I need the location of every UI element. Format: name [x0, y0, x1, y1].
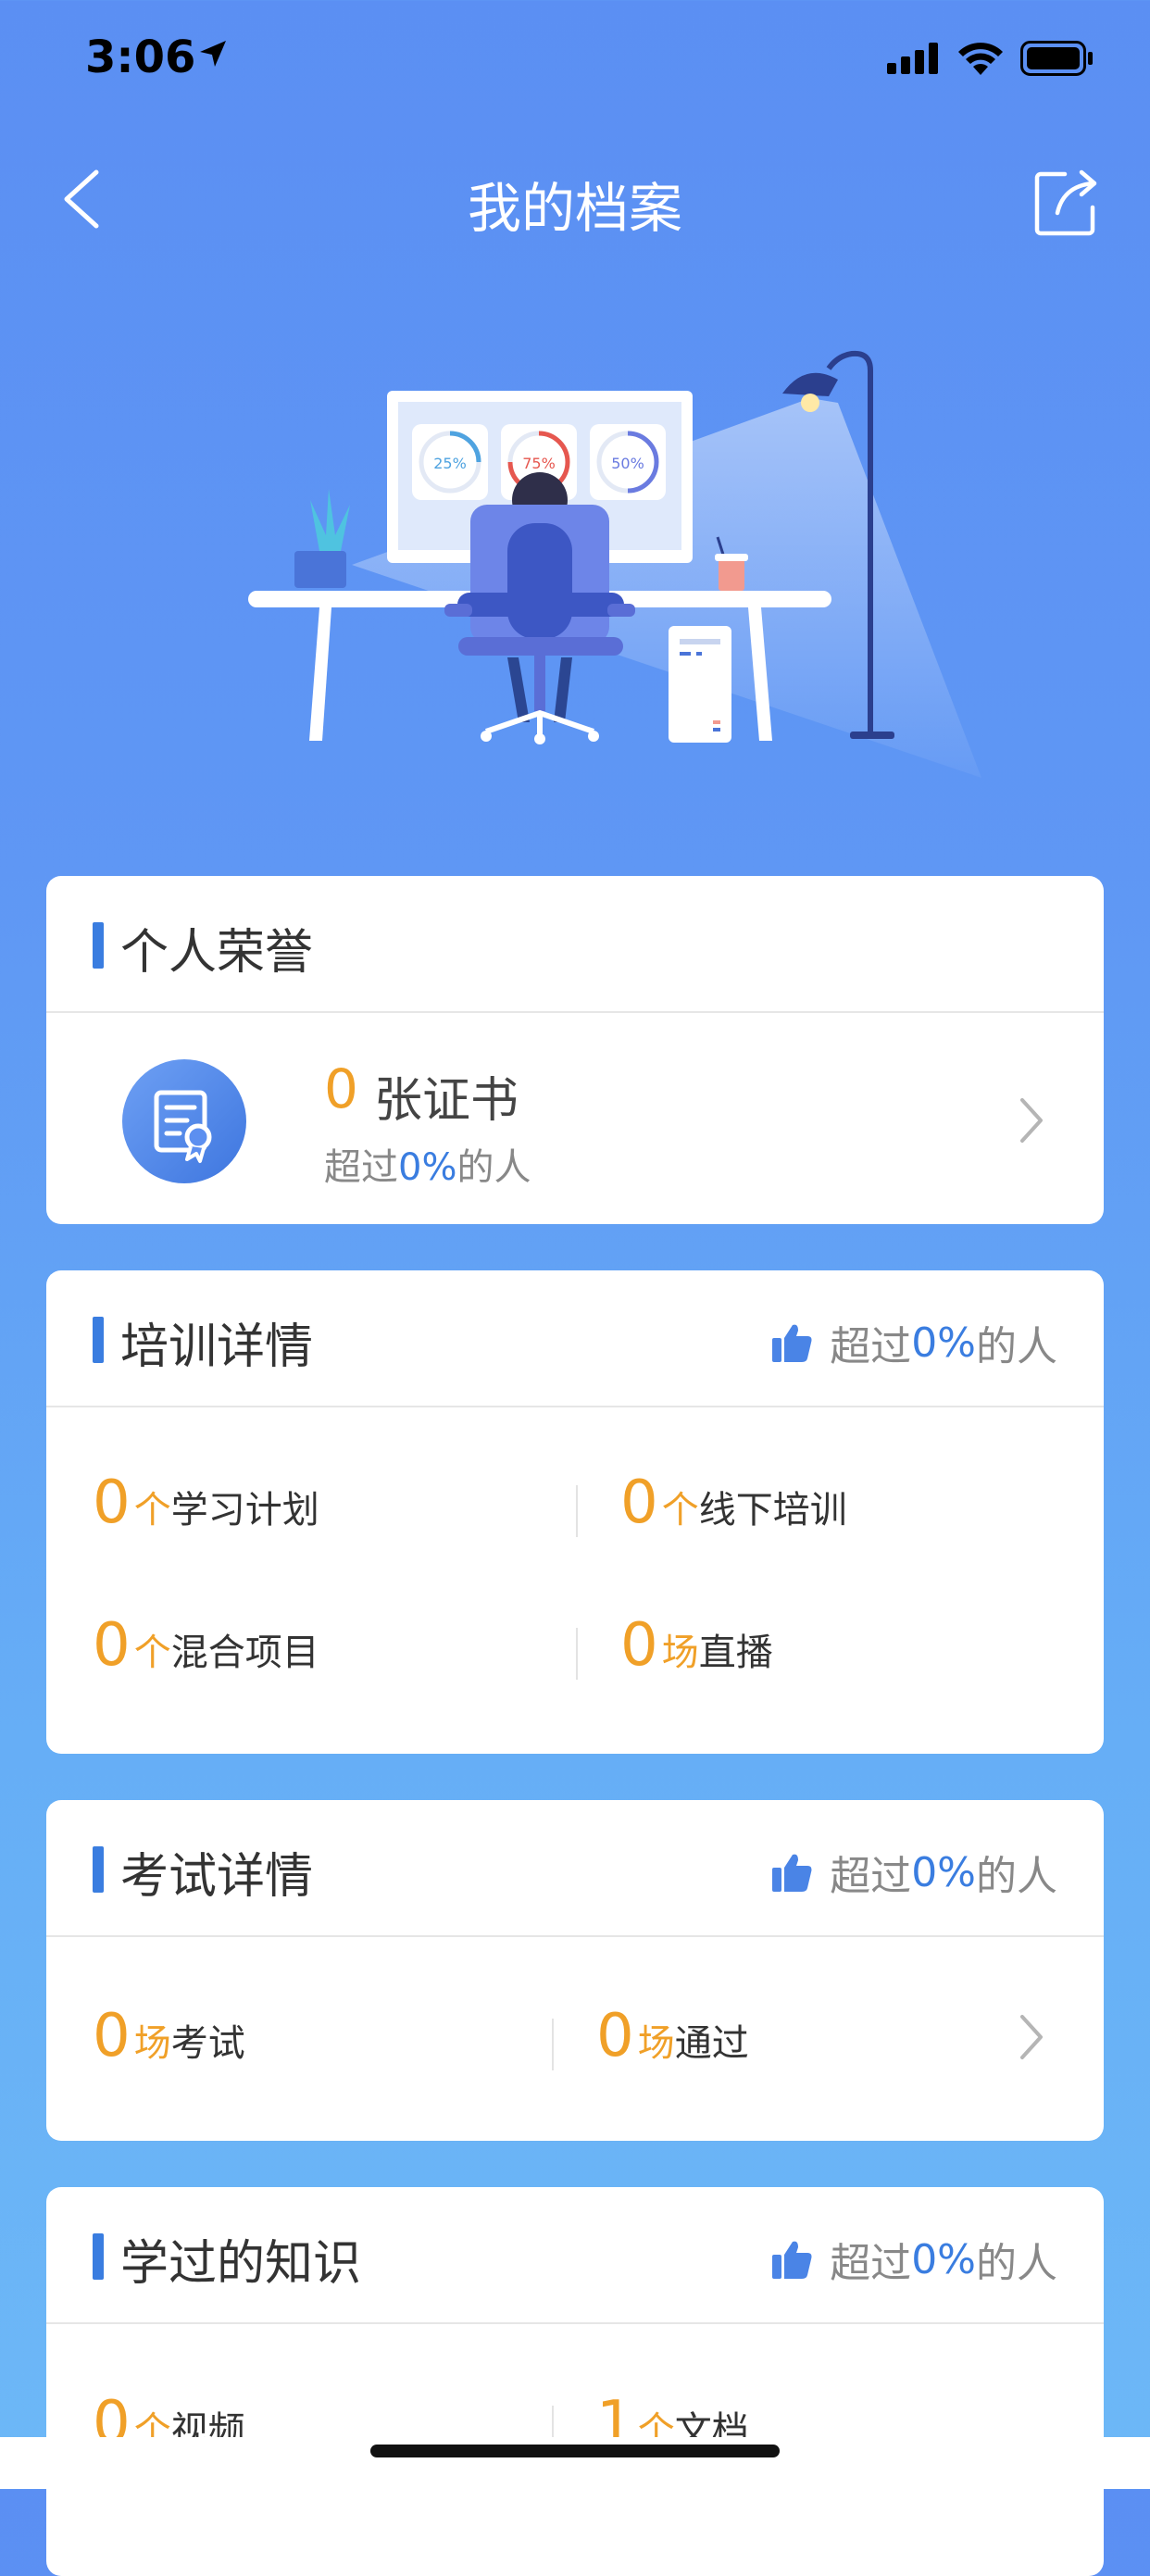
gauge-3-label: 50% [611, 455, 644, 472]
stat-unit: 个 [661, 1489, 699, 1532]
stat-number: 0 [620, 1469, 658, 1537]
training-stats: 0 个 学习计划 0 个 线下培训 0 个 混合项目 0 场 直播 [46, 1407, 1104, 1754]
honor-card-header: 个人荣誉 [46, 876, 1104, 1013]
training-card-title: 培训详情 [120, 1319, 314, 1375]
exceed-prefix: 超过 [830, 1323, 912, 1370]
certificate-icon [154, 1090, 212, 1163]
knowledge-card-header: 学过的知识 超过 0% 的人 [46, 2187, 1104, 2324]
exceed-value: 0% [911, 2235, 976, 2283]
exceed-value: 0% [911, 1848, 976, 1896]
wifi-icon [958, 43, 1003, 75]
stat-learning-plan[interactable]: 0 个 学习计划 [93, 1469, 319, 1537]
section-marker [93, 922, 104, 969]
exceed-value: 0% [911, 1319, 976, 1367]
section-marker [93, 2233, 104, 2280]
chevron-right-icon[interactable] [1013, 2009, 1050, 2065]
battery-icon [1020, 41, 1093, 76]
share-button[interactable] [1030, 165, 1104, 239]
exceed-prefix: 超过 [830, 2240, 912, 2287]
page-title: 我的档案 [467, 177, 682, 240]
gauge-1-label: 25% [433, 455, 467, 472]
divider [552, 2019, 554, 2070]
divider [576, 1485, 578, 1537]
training-exceed: 超过 0% 的人 [770, 1313, 1057, 1372]
exceed-prefix: 超过 [830, 1853, 912, 1900]
honor-card-title: 个人荣誉 [120, 925, 314, 981]
knowledge-card-title: 学过的知识 [120, 2236, 362, 2292]
thumbs-up-icon [772, 2241, 812, 2279]
knowledge-exceed: 超过 0% 的人 [770, 2230, 1057, 2289]
home-indicator[interactable] [370, 2445, 780, 2457]
status-bar: 3:06 [0, 0, 1150, 120]
chevron-right-icon[interactable] [1013, 1093, 1050, 1148]
stat-unit: 场 [661, 1632, 699, 1674]
stat-passed[interactable]: 0 场 通过 [596, 2002, 749, 2070]
stat-label: 通过 [674, 2022, 749, 2065]
stat-unit: 个 [133, 1632, 171, 1674]
exam-card: 考试详情 超过 0% 的人 0 场 考试 0 场 通过 [46, 1800, 1104, 2141]
stat-offline-training[interactable]: 0 个 线下培训 [620, 1469, 847, 1537]
exam-card-title: 考试详情 [120, 1849, 314, 1905]
exam-stats[interactable]: 0 场 考试 0 场 通过 [46, 1937, 1104, 2141]
certificate-row[interactable]: 0 张证书 超过0%的人 [46, 1013, 1104, 1224]
status-time: 3:06 [85, 31, 196, 83]
exceed-suffix: 的人 [456, 1146, 531, 1189]
stat-unit: 场 [133, 2022, 171, 2065]
stat-unit: 个 [133, 1489, 171, 1532]
hero-illustration: 25% 75% 50% [248, 350, 981, 778]
navigation-bar: 我的档案 [0, 148, 1150, 250]
stat-number: 0 [93, 2002, 131, 2070]
plant [294, 489, 350, 588]
computer-tower [669, 626, 731, 743]
certificate-badge [122, 1059, 246, 1183]
gauge-3: 50% [590, 424, 666, 500]
exceed-prefix: 超过 [324, 1146, 398, 1189]
knowledge-card: 学过的知识 超过 0% 的人 0 个 视频 1 个 文档 [46, 2187, 1104, 2576]
training-card: 培训详情 超过 0% 的人 0 个 学习计划 0 个 线下培训 0 个 混合项目 0 [46, 1270, 1104, 1754]
exceed-suffix: 的人 [976, 1853, 1057, 1900]
training-card-header: 培训详情 超过 0% 的人 [46, 1270, 1104, 1407]
stat-mixed-project[interactable]: 0 个 混合项目 [93, 1611, 319, 1680]
divider [576, 1628, 578, 1680]
gauge-2-label: 75% [522, 455, 556, 472]
exam-exceed: 超过 0% 的人 [770, 1843, 1057, 1902]
stat-label: 学习计划 [170, 1489, 319, 1532]
stat-number: 0 [93, 1611, 131, 1680]
exceed-value: 0% [398, 1146, 457, 1189]
gauge-1: 25% [412, 424, 488, 500]
stat-number: 0 [93, 1469, 131, 1537]
thumbs-up-icon [772, 1324, 812, 1362]
stat-label: 线下培训 [698, 1489, 847, 1532]
exceed-suffix: 的人 [976, 1323, 1057, 1370]
honor-card: 个人荣誉 0 张证书 超过0%的人 [46, 876, 1104, 1224]
certificate-unit: 张证书 [374, 1073, 519, 1129]
stat-number: 0 [620, 1611, 658, 1680]
stat-live-stream[interactable]: 0 场 直播 [620, 1611, 773, 1680]
person-in-chair [444, 472, 635, 744]
exam-card-header: 考试详情 超过 0% 的人 [46, 1800, 1104, 1937]
status-indicators [887, 41, 1094, 76]
stat-label: 考试 [170, 2022, 245, 2065]
stat-number: 0 [596, 2002, 634, 2070]
certificate-count: 0 [324, 1057, 358, 1120]
cellular-signal-icon [887, 43, 938, 74]
section-marker [93, 1317, 104, 1363]
certificate-exceed-text: 超过0%的人 [324, 1137, 531, 1191]
stat-exams[interactable]: 0 场 考试 [93, 2002, 245, 2070]
thumbs-up-icon [772, 1854, 812, 1892]
exceed-suffix: 的人 [976, 2240, 1057, 2287]
location-arrow-icon [200, 41, 226, 67]
stat-unit: 场 [637, 2022, 675, 2065]
section-marker [93, 1846, 104, 1893]
stat-label: 直播 [698, 1632, 773, 1674]
stat-label: 混合项目 [170, 1632, 319, 1674]
